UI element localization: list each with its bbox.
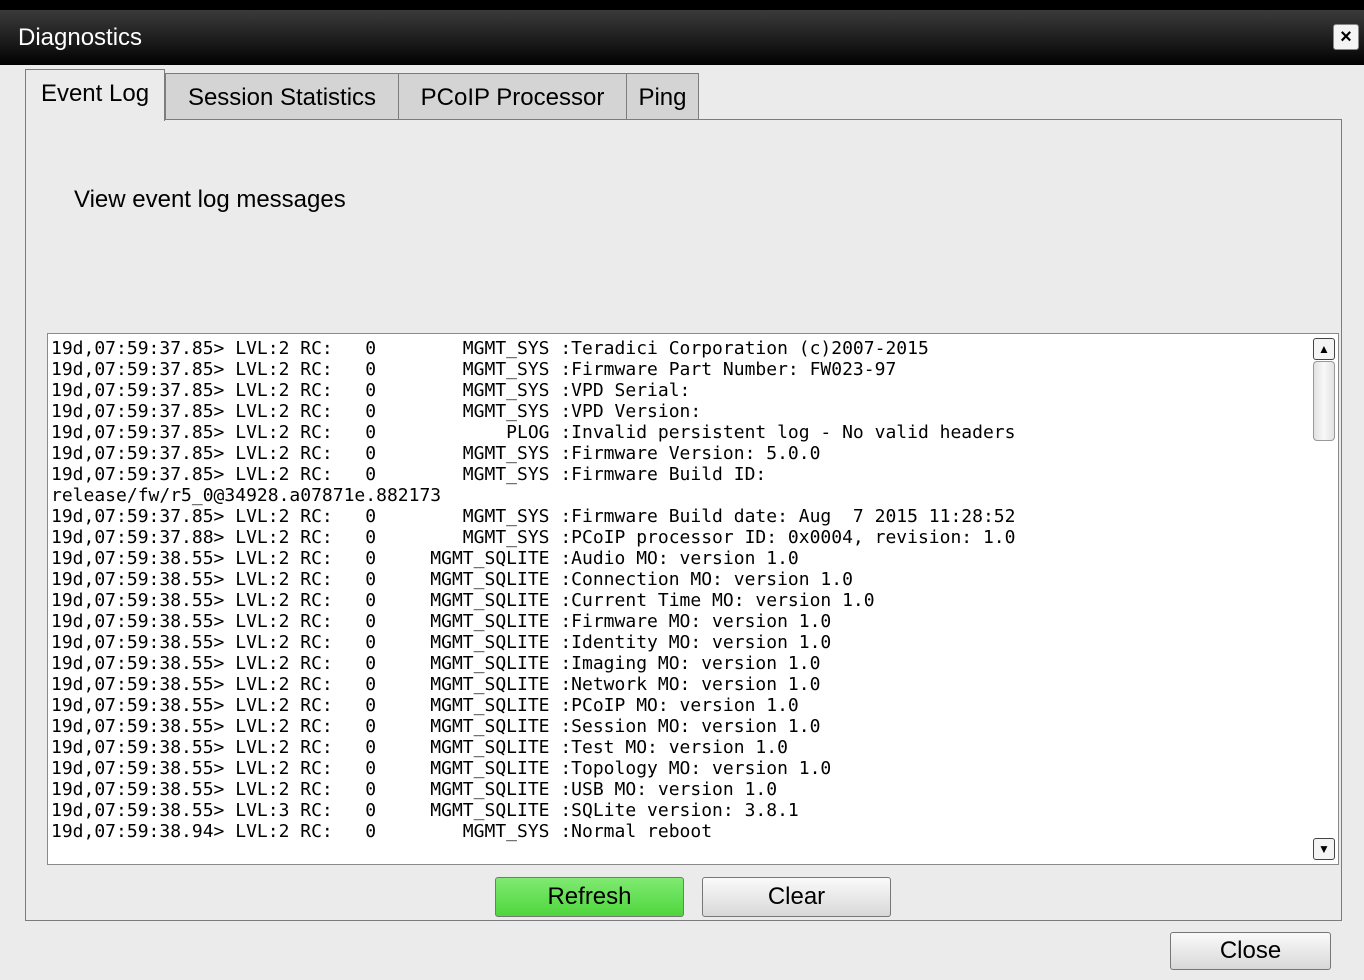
title-bar: Diagnostics × bbox=[0, 10, 1364, 65]
scroll-down-icon[interactable]: ▼ bbox=[1313, 838, 1335, 860]
clear-button[interactable]: Clear bbox=[702, 877, 891, 917]
close-button[interactable]: Close bbox=[1170, 932, 1331, 970]
close-icon[interactable]: × bbox=[1333, 24, 1359, 50]
vertical-scrollbar[interactable]: ▲ ▼ bbox=[1310, 334, 1338, 864]
refresh-button[interactable]: Refresh bbox=[495, 877, 684, 917]
panel-description: View event log messages bbox=[74, 186, 346, 213]
scroll-up-icon[interactable]: ▲ bbox=[1313, 338, 1335, 360]
tab-session-statistics[interactable]: Session Statistics bbox=[165, 73, 399, 119]
window-title: Diagnostics bbox=[18, 24, 143, 51]
tab-event-log[interactable]: Event Log bbox=[25, 69, 165, 121]
tab-pcoip-processor[interactable]: PCoIP Processor bbox=[398, 73, 627, 119]
scroll-thumb[interactable] bbox=[1313, 361, 1335, 441]
event-log-content: 19d,07:59:37.85> LVL:2 RC: 0 MGMT_SYS :T… bbox=[51, 338, 1016, 842]
diagnostics-window: Diagnostics × Event Log Session Statisti… bbox=[0, 10, 1364, 980]
tab-ping[interactable]: Ping bbox=[626, 73, 699, 119]
event-log-textarea[interactable]: 19d,07:59:37.85> LVL:2 RC: 0 MGMT_SYS :T… bbox=[47, 333, 1339, 865]
event-log-panel: View event log messages 19d,07:59:37.85>… bbox=[25, 119, 1342, 921]
